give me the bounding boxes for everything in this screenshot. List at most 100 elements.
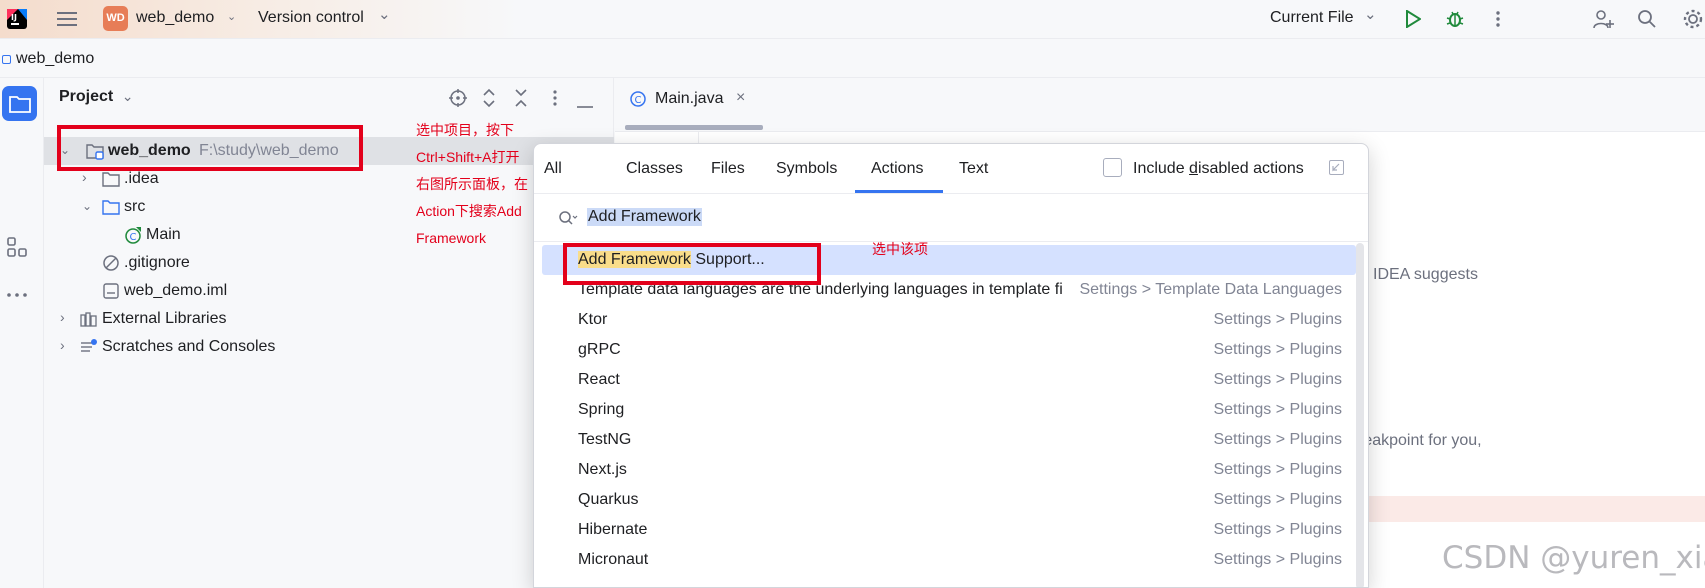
hide-panel-icon[interactable] (577, 96, 593, 108)
editor-partial-text: IDEA suggests (1373, 266, 1478, 283)
editor-tab-bar: C Main.java × (615, 78, 1705, 132)
label-part: Include (1133, 160, 1190, 177)
annotation-box-add-framework (563, 243, 821, 285)
result-name: Quarkus (578, 491, 639, 508)
chevron-right-icon[interactable]: › (60, 337, 65, 353)
search-icon[interactable] (1634, 6, 1660, 32)
tab-actions[interactable]: Actions (871, 160, 923, 178)
include-disabled-checkbox[interactable] (1103, 158, 1122, 177)
scrollbar-thumb[interactable] (1356, 243, 1364, 587)
tree-row-iml[interactable]: web_demo.iml (44, 277, 614, 305)
chevron-right-icon[interactable]: › (60, 309, 65, 325)
label-mnemonic: d (1189, 160, 1198, 177)
result-item[interactable]: Hibernate Settings > Plugins (542, 515, 1356, 545)
tree-row-external-libraries[interactable]: › External Libraries (44, 305, 614, 333)
result-item[interactable]: Ktor Settings > Plugins (542, 305, 1356, 335)
tab-symbols[interactable]: Symbols (776, 160, 837, 178)
project-panel-title: Project (59, 88, 114, 105)
search-everywhere-popup: All Classes Files Symbols Actions Text I… (533, 143, 1369, 588)
result-location: Settings > Plugins (1213, 341, 1342, 358)
intellij-logo-icon[interactable]: IJ (4, 6, 30, 32)
result-location: Settings > Plugins (1213, 521, 1342, 538)
more-tool-windows-button[interactable] (6, 286, 32, 312)
result-name: Spring (578, 401, 625, 418)
source-folder-icon (102, 200, 120, 215)
more-vertical-icon[interactable] (1485, 6, 1511, 32)
project-tool-window-button[interactable] (2, 86, 37, 121)
result-item[interactable]: Next.js Settings > Plugins (542, 455, 1356, 485)
breadcrumb-item-web-demo[interactable]: web_demo (16, 50, 94, 68)
run-icon[interactable] (1400, 6, 1426, 32)
result-location: Settings > Plugins (1213, 431, 1342, 448)
result-location: Settings > Plugins (1213, 311, 1342, 328)
tab-main-java[interactable]: C Main.java × (629, 86, 751, 116)
module-file-icon (103, 283, 119, 299)
include-disabled-label[interactable]: Include disabled actions (1133, 160, 1304, 178)
add-user-icon[interactable] (1590, 6, 1616, 32)
tree-row-scratches[interactable]: › Scratches and Consoles (44, 333, 614, 361)
chevron-down-icon[interactable]: ⌄ (82, 199, 92, 213)
search-input-value[interactable]: Add Framework (587, 208, 702, 226)
editor-partial-text: reakpoint for you, (1358, 432, 1482, 449)
annotation-box-project-root (57, 125, 363, 171)
annotation-line: Framework (416, 230, 487, 246)
breadcrumb: web_demo (0, 40, 1705, 78)
settings-gear-icon[interactable] (1680, 6, 1705, 32)
result-name: Hibernate (578, 521, 648, 538)
result-name: Ktor (578, 311, 608, 328)
results-list: Add Framework Support... Template data l… (534, 243, 1368, 587)
tab-files[interactable]: Files (711, 160, 745, 178)
annotation-select-note: 选中该项 (872, 241, 928, 257)
result-item[interactable]: Micronaut Settings > Plugins (542, 545, 1356, 575)
vcs-label: Version control (258, 9, 364, 26)
project-panel-header[interactable]: Project ⌄ (59, 88, 133, 112)
vcs-widget[interactable]: Version control ⌄ (258, 6, 394, 32)
tree-item-label: .idea (124, 170, 159, 187)
result-location: Settings > Plugins (1213, 401, 1342, 418)
result-item[interactable]: gRPC Settings > Plugins (542, 335, 1356, 365)
tab-all[interactable]: All (544, 160, 562, 178)
folder-icon (8, 95, 31, 113)
annotation-line: Ctrl+Shift+A打开 (416, 149, 520, 165)
ignore-file-icon (103, 255, 119, 271)
tree-item-label: Main (146, 226, 181, 243)
result-name: Micronaut (578, 551, 649, 568)
java-class-icon: C (125, 227, 141, 244)
run-config-label: Current File (1270, 9, 1354, 26)
active-tab-underline (855, 190, 943, 193)
tree-row-gitignore[interactable]: .gitignore (44, 249, 614, 277)
collapse-all-icon[interactable] (513, 88, 529, 108)
svg-text:IJ: IJ (11, 13, 17, 22)
result-item[interactable]: Spring Settings > Plugins (542, 395, 1356, 425)
svg-text:C: C (130, 232, 137, 243)
folder-icon (102, 172, 120, 187)
run-config-widget[interactable]: Current File ⌄ (1270, 6, 1382, 32)
tab-text[interactable]: Text (959, 160, 988, 178)
result-item[interactable]: TestNG Settings > Plugins (542, 425, 1356, 455)
chevron-down-icon: ⌄ (1364, 6, 1377, 23)
module-icon (2, 55, 11, 64)
result-name: gRPC (578, 341, 621, 358)
result-name: React (578, 371, 620, 388)
debug-bug-icon[interactable] (1442, 6, 1468, 32)
result-location: Settings > Plugins (1213, 461, 1342, 478)
result-item[interactable]: Quarkus Settings > Plugins (542, 485, 1356, 515)
result-item[interactable]: React Settings > Plugins (542, 365, 1356, 395)
close-icon[interactable]: × (736, 89, 745, 107)
open-in-tool-window-icon[interactable] (1329, 160, 1344, 175)
structure-icon (7, 237, 27, 257)
main-menu-icon[interactable] (54, 6, 80, 32)
tree-item-label: External Libraries (102, 310, 227, 327)
result-location: Settings > Plugins (1213, 551, 1342, 568)
tab-label: Main.java (655, 90, 724, 107)
chevron-right-icon[interactable]: › (82, 169, 87, 185)
result-name: Next.js (578, 461, 627, 478)
search-field[interactable]: Add Framework (534, 195, 1368, 242)
annotation-line: 选中项目，按下 (416, 122, 514, 138)
select-opened-file-icon[interactable] (448, 88, 468, 108)
project-name: web_demo (136, 9, 215, 26)
options-vertical-icon[interactable] (552, 89, 558, 107)
tab-classes[interactable]: Classes (626, 160, 683, 178)
expand-all-icon[interactable] (481, 88, 497, 108)
structure-tool-window-button[interactable] (6, 236, 32, 262)
